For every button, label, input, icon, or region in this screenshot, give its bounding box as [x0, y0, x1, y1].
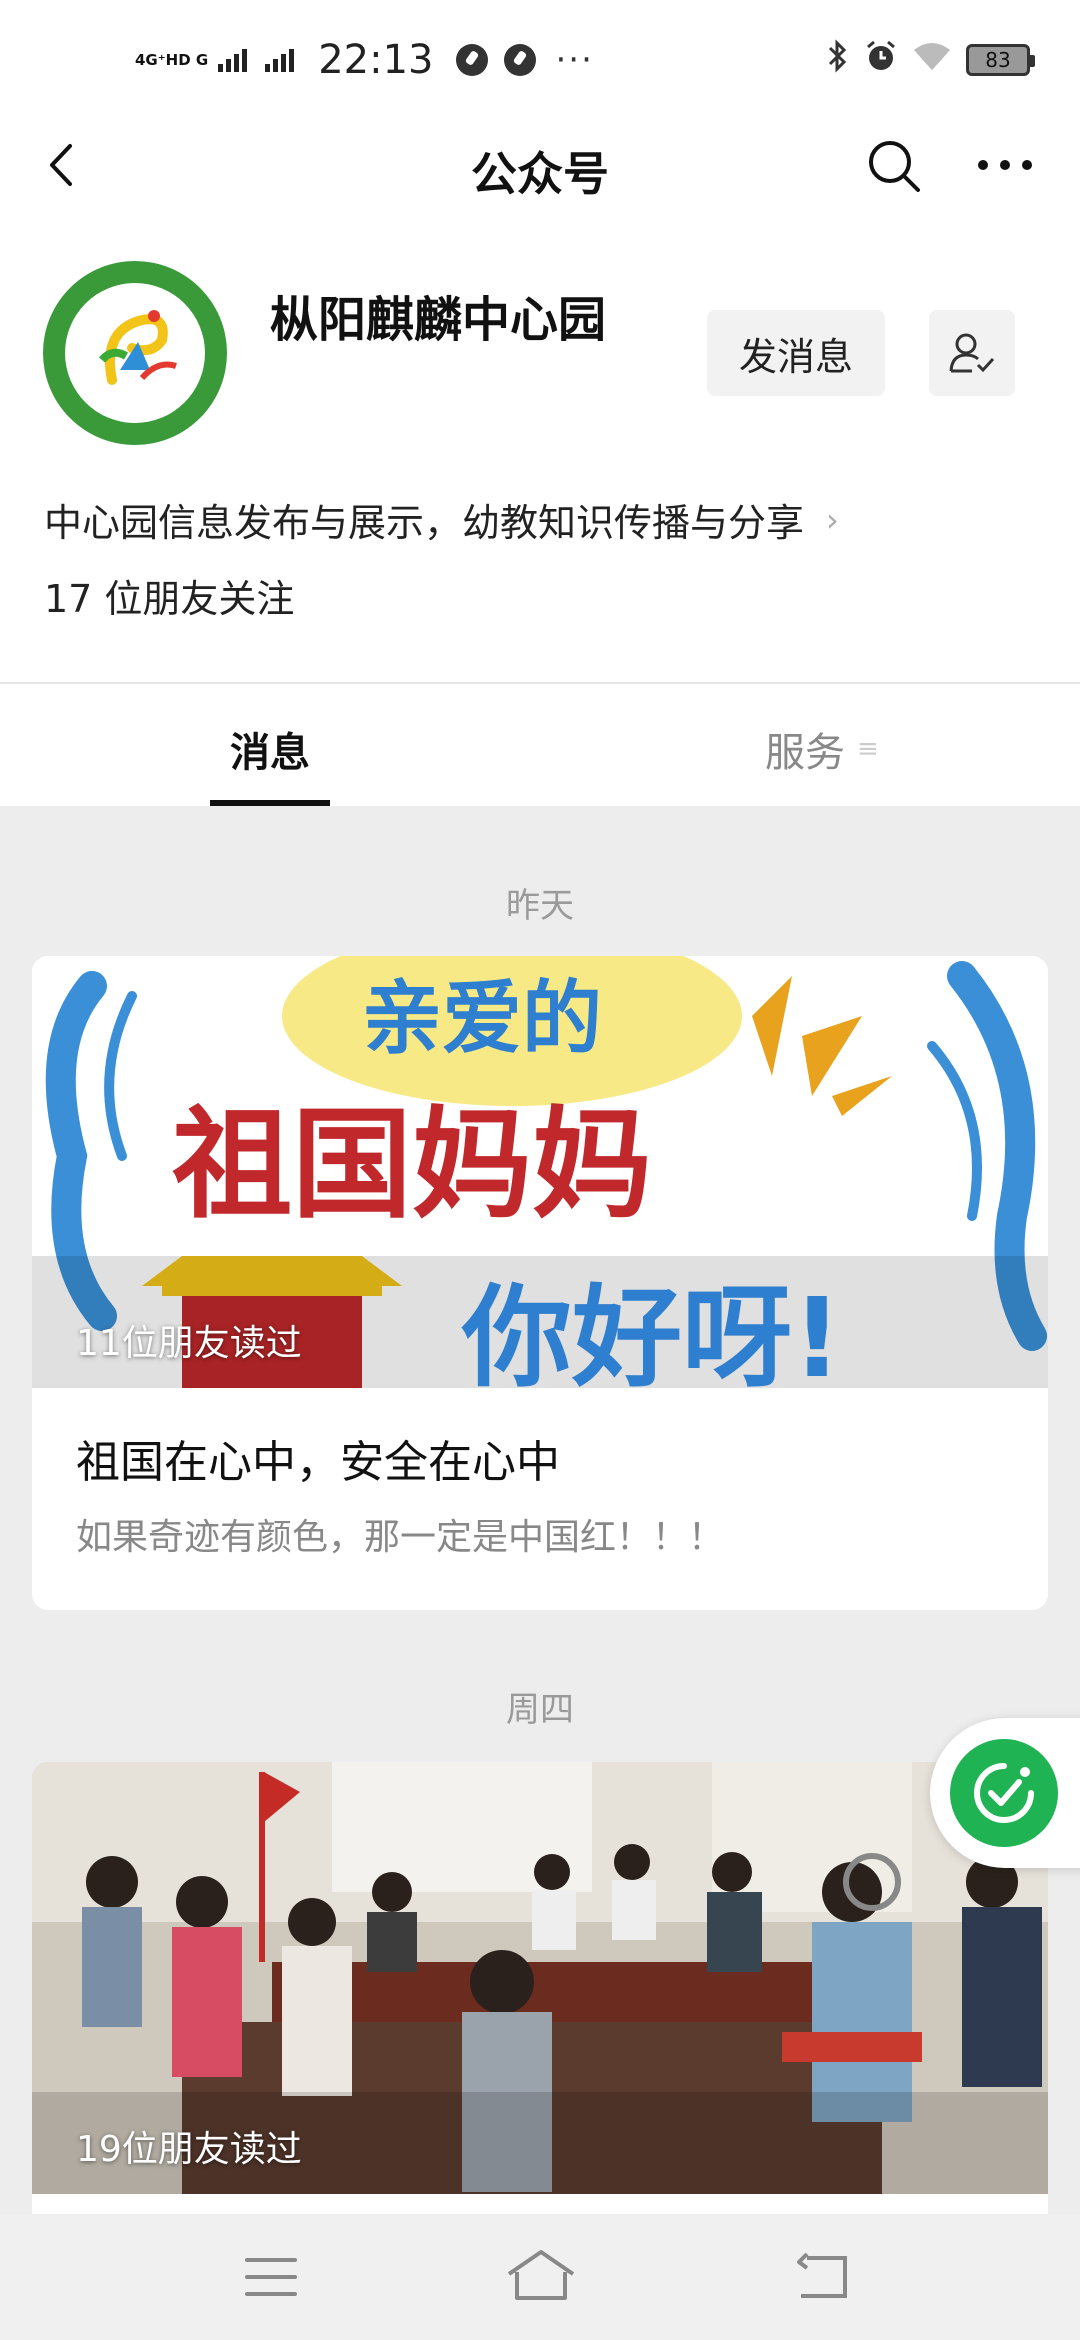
account-description[interactable]: 中心园信息发布与展示，幼教知识传播与分享 › — [44, 492, 839, 547]
top-nav-bar: 公众号 — [0, 120, 1080, 210]
tab-bar: 消息 服务 ≡ — [0, 684, 1080, 806]
menu-icon: ≡ — [857, 734, 879, 764]
status-right: 83 — [826, 38, 1035, 82]
read-count: 11位朋友读过 — [76, 1323, 302, 1364]
floating-check-button[interactable] — [930, 1718, 1080, 1868]
read-count: 19位朋友读过 — [76, 2129, 302, 2170]
back-icon[interactable] — [795, 2252, 849, 2300]
date-separator: 周四 — [506, 1690, 574, 1730]
send-message-button[interactable]: 发消息 — [707, 310, 885, 396]
article-cover-image[interactable]: 亲爱的 祖国妈妈 你好呀! 11位朋友读过 — [32, 956, 1048, 1388]
article-cover-image[interactable]: 19位朋友读过 — [32, 1762, 1048, 2194]
article-summary: 如果奇迹有颜色，那一定是中国红！！！ — [76, 1517, 725, 1558]
status-left: 4G⁺HD G 22:13 ··· — [135, 37, 594, 83]
wifi-icon — [912, 40, 952, 81]
battery-icon: 83 — [966, 44, 1035, 76]
more-options-icon[interactable] — [975, 140, 1035, 190]
tab-messages[interactable]: 消息 — [210, 720, 330, 778]
bluetooth-icon — [826, 38, 850, 82]
article-card[interactable]: 19位朋友读过 — [32, 1762, 1048, 2214]
account-profile: 枞阳麒麟中心园 发消息 中心园信息发布与展示，幼教知识传播与分享 › 17 位朋… — [0, 210, 1080, 682]
tab-services[interactable]: 服务 ≡ — [765, 720, 879, 778]
home-icon[interactable] — [505, 2248, 577, 2302]
tab-services-label: 服务 — [765, 730, 845, 776]
account-description-text: 中心园信息发布与展示，幼教知识传播与分享 — [44, 501, 805, 545]
chevron-right-icon: › — [826, 500, 839, 539]
system-navigation-bar — [0, 2214, 1080, 2340]
article-card[interactable]: 亲爱的 祖国妈妈 你好呀! 11位朋友读过 祖国在心中，安全在心中 如果奇迹有颜… — [32, 956, 1048, 1610]
account-logo[interactable] — [42, 260, 228, 446]
search-icon[interactable] — [866, 138, 922, 194]
cover-text-line1: 亲爱的 — [362, 972, 602, 1065]
signal-icon-2 — [265, 48, 295, 72]
cover-text-line2: 祖国妈妈 — [172, 1096, 652, 1235]
network-indicator: 4G⁺HD G — [135, 50, 209, 69]
followers-count[interactable]: 17 位朋友关注 — [44, 568, 294, 623]
active-tab-indicator — [210, 800, 330, 806]
check-circle-icon — [950, 1739, 1058, 1847]
status-time: 22:13 — [318, 37, 434, 83]
status-bar: 4G⁺HD G 22:13 ··· 83 — [0, 0, 1080, 120]
article-title[interactable]: 祖国在心中，安全在心中 — [76, 1426, 560, 1490]
account-name: 枞阳麒麟中心园 — [270, 292, 607, 348]
date-separator: 昨天 — [506, 886, 574, 926]
notification-icon — [455, 44, 488, 76]
alarm-icon — [864, 39, 898, 82]
notification-icon-2 — [503, 44, 536, 76]
back-arrow-icon[interactable] — [40, 140, 90, 190]
followed-user-icon[interactable] — [929, 310, 1015, 396]
cover-text-line3: 你好呀! — [461, 1274, 842, 1388]
recent-apps-icon[interactable] — [245, 2254, 297, 2300]
more-notifications-icon: ··· — [555, 40, 594, 80]
signal-icon — [218, 48, 248, 72]
